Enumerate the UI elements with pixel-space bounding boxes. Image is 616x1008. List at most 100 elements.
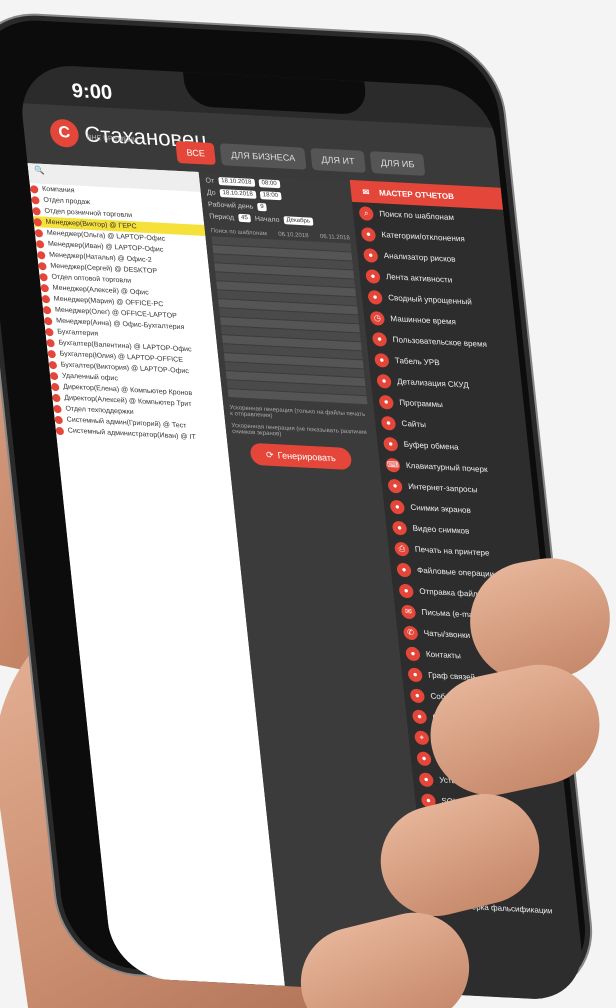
sites-icon: ● (380, 415, 397, 431)
to-date[interactable]: 18.10.2018 (219, 189, 257, 199)
search-icon: ⌕ (358, 205, 375, 221)
menu-item-label: Категории/отклонения (381, 230, 466, 244)
person-icon (50, 382, 60, 391)
web-icon: ● (387, 478, 403, 494)
person-icon (55, 426, 65, 435)
person-icon (39, 272, 48, 281)
timesheet-icon: ● (373, 352, 390, 368)
hardware-icon: ● (416, 750, 432, 766)
interval-field[interactable]: Декабрь (283, 216, 314, 226)
tree-item-label: Отдел продаж (43, 196, 91, 207)
grid-rows (211, 236, 368, 405)
menu-item-label: Машинное время (389, 314, 457, 327)
clock-icon: ◷ (369, 310, 386, 326)
grid-head-col3: 06.11.2018 (319, 233, 351, 242)
person-icon (30, 195, 40, 205)
menu-item-label: Табель УРВ (394, 356, 441, 368)
menu-item-label: Сайты (401, 418, 427, 430)
person-icon (51, 393, 61, 402)
menu-item-label: Файловые операции (416, 565, 495, 579)
person-icon (37, 261, 47, 270)
person-icon (49, 371, 59, 380)
person-icon (35, 239, 45, 248)
menu-item-label: Сводный упрощенный (387, 293, 473, 307)
period-row: Период 45 Начало Декабрь (209, 212, 349, 227)
fast-gen-note-2[interactable]: Ускоренная генерация (не показывать разл… (231, 423, 371, 442)
menu-item-label: Детализация СКУД (396, 376, 470, 390)
install-icon: ● (418, 771, 435, 787)
person-icon (42, 305, 52, 314)
user-time-icon: ● (371, 331, 388, 347)
pc-event-icon: ● (411, 708, 428, 724)
grid-head-col2: 06.10.2018 (278, 231, 309, 240)
params-grid: Поиск по шаблонам 06.10.2018 06.11.2018 (211, 228, 368, 405)
video-icon: ● (391, 520, 408, 535)
clipboard-icon: ● (382, 436, 399, 452)
workday-label: Рабочий день (207, 200, 254, 211)
category-icon: ● (360, 226, 377, 242)
wizard-icon: ✉ (358, 184, 374, 200)
tab-3[interactable]: ДЛЯ ИБ (369, 151, 426, 176)
menu-item-label: Лента активности (385, 272, 453, 285)
access-icon: ● (376, 373, 392, 389)
menu-item-label: Интернет-запросы (407, 481, 478, 495)
photo-scene: 9:00 ▂▄▆ ◔ ▭ С Стахановец ВНЕ ВРЕМЕНИ ВС… (0, 0, 616, 1008)
menu-item-label: Буфер обмена (403, 439, 459, 452)
menu-item-label: Видео снимков (412, 523, 470, 536)
tab-2[interactable]: ДЛЯ ИТ (310, 148, 366, 173)
person-icon (53, 404, 62, 413)
interval-label: Начало (254, 215, 280, 224)
period-field[interactable]: 45 (237, 213, 252, 223)
menu-item-label: Программы (398, 397, 444, 410)
activity-icon: ● (365, 268, 381, 284)
menu-item-label: Чаты/звонки (423, 628, 471, 641)
status-time: 9:00 (70, 79, 114, 105)
generate-icon: ⟳ (265, 449, 275, 460)
from-time[interactable]: 08:00 (258, 179, 281, 189)
summary-icon: ● (367, 289, 383, 305)
fast-gen-note[interactable]: Ускоренная генерация (только на файлы пе… (229, 405, 369, 424)
from-label: От (205, 176, 215, 185)
mail-icon: ✉ (400, 604, 417, 619)
send-file-icon: ● (398, 583, 415, 598)
person-icon (29, 184, 39, 194)
person-icon (40, 283, 50, 292)
person-icon (46, 338, 55, 347)
notch (183, 71, 368, 116)
menu-item-label: Поиск по шаблонам (378, 209, 455, 223)
menu-item-label: Пользовательское время (392, 335, 488, 349)
tree-item-label: Бухгалтерия (57, 328, 99, 338)
logo-icon: С (48, 118, 80, 148)
keyboard-icon: ⌨ (385, 457, 401, 473)
contacts-icon: ● (405, 646, 421, 661)
workday-field[interactable]: 9 (256, 202, 268, 212)
person-icon (41, 294, 51, 303)
geo-icon: ⌖ (413, 729, 430, 745)
person-icon (48, 360, 58, 369)
tree-item-label: Компания (41, 185, 75, 195)
screenshot-icon: ● (389, 499, 406, 514)
to-time[interactable]: 18:00 (259, 191, 282, 201)
from-date[interactable]: 18.10.2018 (217, 177, 255, 187)
tab-1[interactable]: ДЛЯ БИЗНЕСА (219, 143, 307, 170)
to-label: До (206, 188, 216, 197)
person-icon (43, 316, 53, 325)
graph-icon: ● (407, 667, 423, 682)
printer-icon: ⎙ (393, 541, 410, 556)
tree-list: Компания Отдел продаж Отдел розничной торг… (29, 183, 228, 445)
menu-item-label: Анализатор рисков (383, 251, 456, 264)
generate-button[interactable]: ⟳ Генерировать (249, 442, 353, 471)
menu-item-label: Печать на принтере (414, 544, 490, 558)
person-icon (47, 349, 57, 358)
tab-0[interactable]: ВСЕ (175, 141, 217, 166)
menu-title-label: МАСТЕР ОТЧЕТОВ (378, 187, 455, 201)
file-icon: ● (396, 562, 412, 577)
apps-icon: ● (378, 394, 395, 410)
person-icon (34, 228, 44, 237)
risk-icon: ● (362, 247, 379, 263)
chat-icon: ✆ (402, 625, 419, 640)
menu-item-label: Снимки экранов (409, 502, 472, 515)
generate-label: Генерировать (277, 450, 337, 464)
person-icon (33, 217, 43, 226)
person-icon (44, 327, 54, 336)
